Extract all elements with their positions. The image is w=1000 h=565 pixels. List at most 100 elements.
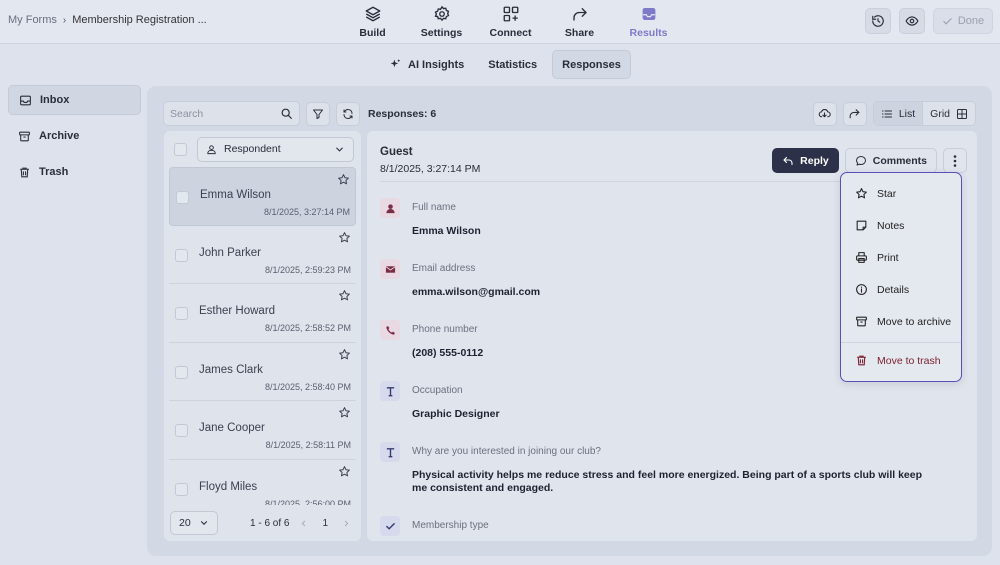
row-checkbox[interactable]	[175, 424, 188, 437]
field-value: Physical activity helps me reduce stress…	[412, 469, 923, 495]
menu-item-trash[interactable]: Move to trash	[855, 354, 941, 367]
row-checkbox[interactable]	[175, 248, 188, 262]
pagination: 1	[299, 518, 351, 529]
more-options-menu: Star Notes Print Details Move to archive…	[840, 172, 962, 382]
menu-item-details[interactable]: Details	[855, 283, 909, 296]
grid-icon	[956, 108, 968, 120]
menu-item-star[interactable]: Star	[855, 187, 896, 200]
field-value: Graphic Designer	[412, 408, 500, 420]
trash-icon	[855, 354, 868, 367]
archive-icon	[18, 130, 31, 143]
inbox-icon	[640, 5, 658, 23]
text-icon	[380, 442, 400, 462]
row-checkbox[interactable]	[176, 191, 189, 204]
tab-connect[interactable]: Connect	[476, 5, 545, 39]
tab-build[interactable]: Build	[338, 5, 407, 39]
share-icon	[571, 5, 589, 23]
more-options-button[interactable]	[943, 148, 967, 173]
reply-button[interactable]: Reply	[772, 148, 839, 173]
row-checkbox[interactable]	[175, 482, 188, 496]
sparkle-icon	[389, 58, 402, 71]
star-icon[interactable]	[337, 173, 350, 186]
history-button[interactable]	[865, 8, 891, 34]
responses-count: Responses: 6	[368, 107, 437, 120]
search-input[interactable]	[170, 107, 270, 120]
field-phone: Phone number (208) 555-0112	[380, 320, 483, 360]
trash-icon	[18, 166, 31, 179]
refresh-icon	[342, 108, 354, 120]
response-date: 8/1/2025, 2:58:40 PM	[264, 381, 351, 392]
list-item[interactable]: John Parker 8/1/2025, 2:59:23 PM	[169, 226, 356, 284]
tab-settings[interactable]: Settings	[407, 5, 476, 39]
person-icon	[206, 144, 217, 155]
refresh-button[interactable]	[336, 101, 360, 126]
page-size-select[interactable]: 20	[170, 511, 218, 535]
list-item[interactable]: Esther Howard 8/1/2025, 2:58:52 PM	[169, 284, 356, 343]
field-full-name: Full name Emma Wilson	[380, 198, 481, 238]
sidebar-item-archive[interactable]: Archive	[8, 121, 141, 151]
field-membership-type: Membership type	[380, 516, 489, 536]
respondent-dropdown-label: Respondent	[224, 143, 281, 155]
tab-connect-label: Connect	[489, 27, 532, 39]
search-icon[interactable]	[280, 107, 293, 120]
current-page[interactable]: 1	[322, 518, 328, 529]
response-date: 8/1/2025, 2:58:11 PM	[265, 440, 351, 450]
view-grid-button[interactable]: Grid	[922, 102, 975, 125]
star-icon[interactable]	[338, 348, 351, 361]
list-item[interactable]: Emma Wilson 8/1/2025, 3:27:14 PM	[169, 167, 356, 226]
menu-item-label: Star	[877, 187, 897, 200]
tab-share[interactable]: Share	[545, 5, 614, 39]
chevron-right-icon[interactable]	[342, 519, 351, 528]
menu-item-archive[interactable]: Move to archive	[855, 315, 951, 328]
field-value: Emma Wilson	[412, 225, 481, 237]
star-icon[interactable]	[338, 406, 351, 419]
subtab-statistics[interactable]: Statistics	[479, 50, 546, 79]
filter-button[interactable]	[306, 101, 330, 126]
field-label: Phone number	[412, 324, 478, 335]
tab-settings-label: Settings	[420, 27, 463, 39]
view-list-button[interactable]: List	[873, 102, 923, 125]
menu-item-print[interactable]: Print	[855, 251, 899, 264]
results-subtabs: AI Insights Statistics Responses	[380, 50, 631, 79]
subtab-responses[interactable]: Responses	[552, 50, 631, 79]
star-icon[interactable]	[338, 289, 351, 302]
done-button[interactable]: Done	[933, 8, 993, 34]
respondent-name: Jane Cooper	[199, 422, 265, 434]
row-checkbox[interactable]	[175, 365, 188, 379]
detail-title: Guest	[380, 146, 413, 158]
reply-icon	[782, 155, 794, 167]
tab-results-label: Results	[629, 27, 668, 39]
menu-item-label: Details	[877, 283, 910, 296]
tab-share-label: Share	[564, 27, 595, 39]
row-checkbox[interactable]	[175, 307, 188, 320]
menu-divider	[841, 342, 961, 343]
field-label: Occupation	[412, 385, 463, 396]
gear-icon	[433, 5, 451, 23]
star-icon[interactable]	[338, 231, 351, 244]
comment-icon	[855, 155, 867, 167]
subtab-ai-insights[interactable]: AI Insights	[380, 50, 473, 79]
menu-item-notes[interactable]: Notes	[855, 219, 904, 232]
tab-results[interactable]: Results	[614, 5, 683, 39]
comments-label: Comments	[872, 154, 927, 167]
breadcrumb-my-forms[interactable]: My Forms	[8, 14, 57, 26]
chevron-left-icon[interactable]	[299, 519, 308, 528]
respondent-dropdown[interactable]: Respondent	[197, 136, 354, 162]
done-label: Done	[957, 15, 985, 27]
field-label: Why are you interested in joining our cl…	[412, 446, 601, 457]
sidebar-item-inbox[interactable]: Inbox	[8, 85, 141, 115]
subtab-ai-insights-label: AI Insights	[408, 58, 465, 71]
menu-item-label: Move to trash	[877, 354, 941, 367]
list-item[interactable]: James Clark 8/1/2025, 2:58:40 PM	[169, 343, 356, 401]
field-value: emma.wilson@gmail.com	[412, 286, 541, 298]
list-item[interactable]: Jane Cooper 8/1/2025, 2:58:11 PM	[169, 401, 356, 460]
forward-button[interactable]	[842, 101, 867, 126]
list-header: Respondent	[164, 131, 361, 167]
select-all-checkbox[interactable]	[174, 142, 187, 156]
sidebar-item-trash[interactable]: Trash	[8, 157, 141, 187]
breadcrumb-separator: ›	[62, 14, 67, 26]
comments-button[interactable]: Comments	[844, 148, 937, 173]
download-button[interactable]	[812, 101, 837, 126]
star-icon[interactable]	[338, 465, 351, 478]
preview-button[interactable]	[899, 8, 925, 34]
